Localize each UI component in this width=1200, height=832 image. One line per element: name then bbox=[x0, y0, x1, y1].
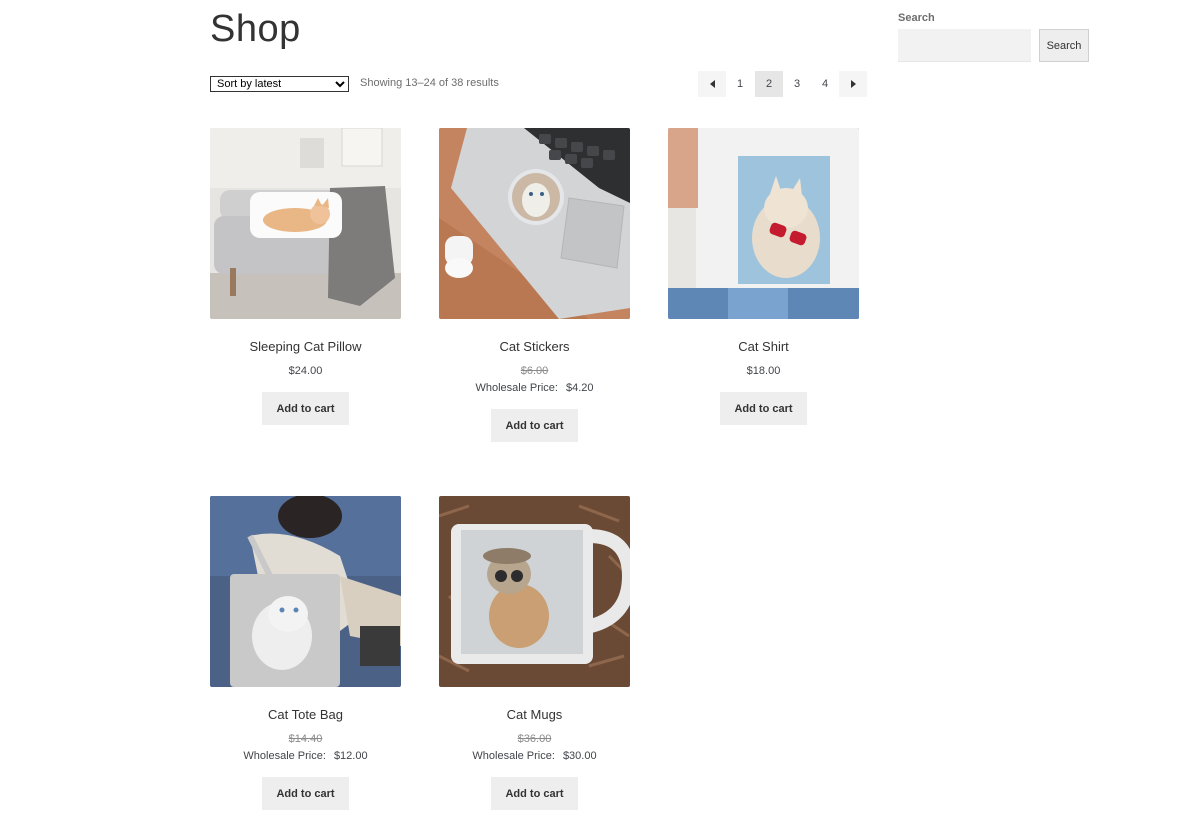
product-wholesale-price: Wholesale Price: $12.00 bbox=[210, 750, 401, 762]
product-card-sleeping-cat-pillow: Sleeping Cat Pillow $24.00 Add to cart bbox=[210, 128, 401, 425]
sort-select[interactable]: Sort by latest bbox=[210, 76, 349, 92]
caret-left-icon bbox=[709, 80, 715, 88]
product-name[interactable]: Sleeping Cat Pillow bbox=[210, 339, 401, 354]
product-price: $24.00 bbox=[288, 365, 323, 377]
product-wholesale-price: Wholesale Price: $30.00 bbox=[439, 750, 630, 762]
pagination-next-button[interactable] bbox=[839, 71, 867, 97]
product-price: $18.00 bbox=[746, 365, 781, 377]
page-title: Shop bbox=[210, 8, 301, 50]
wholesale-label: Wholesale Price: bbox=[472, 750, 555, 762]
product-original-price: $6.00 bbox=[520, 365, 549, 377]
product-card-cat-shirt: Cat Shirt $18.00 Add to cart bbox=[668, 128, 859, 425]
wholesale-value: $30.00 bbox=[562, 750, 597, 762]
product-image-tote[interactable] bbox=[210, 496, 401, 687]
wholesale-label: Wholesale Price: bbox=[243, 750, 326, 762]
product-name[interactable]: Cat Tote Bag bbox=[210, 707, 401, 722]
product-card-cat-stickers: Cat Stickers $6.00 Wholesale Price: $4.20… bbox=[439, 128, 630, 442]
add-to-cart-button[interactable]: Add to cart bbox=[262, 392, 349, 425]
product-card-cat-tote-bag: Cat Tote Bag $14.40 Wholesale Price: $12.… bbox=[210, 496, 401, 810]
product-wholesale-price: Wholesale Price: $4.20 bbox=[439, 382, 630, 394]
pagination-page-1[interactable]: 1 bbox=[726, 71, 754, 97]
add-to-cart-button[interactable]: Add to cart bbox=[262, 777, 349, 810]
add-to-cart-button[interactable]: Add to cart bbox=[720, 392, 807, 425]
pagination-prev-button[interactable] bbox=[698, 71, 726, 97]
caret-right-icon bbox=[850, 80, 856, 88]
product-name[interactable]: Cat Shirt bbox=[668, 339, 859, 354]
product-image-mug[interactable] bbox=[439, 496, 630, 687]
pagination: 1 2 3 4 bbox=[698, 71, 867, 97]
pagination-page-4[interactable]: 4 bbox=[811, 71, 839, 97]
product-name[interactable]: Cat Mugs bbox=[439, 707, 630, 722]
product-original-price: $36.00 bbox=[517, 733, 552, 745]
product-card-cat-mugs: Cat Mugs $36.00 Wholesale Price: $30.00 A… bbox=[439, 496, 630, 810]
pagination-page-3[interactable]: 3 bbox=[783, 71, 811, 97]
search-input[interactable] bbox=[898, 29, 1031, 62]
product-image-pillow[interactable] bbox=[210, 128, 401, 319]
wholesale-label: Wholesale Price: bbox=[475, 382, 558, 394]
add-to-cart-button[interactable]: Add to cart bbox=[491, 777, 578, 810]
product-image-shirt[interactable] bbox=[668, 128, 859, 319]
wholesale-value: $4.20 bbox=[566, 382, 594, 394]
search-label: Search bbox=[898, 12, 935, 24]
pagination-page-2-current[interactable]: 2 bbox=[755, 71, 783, 97]
product-image-stickers[interactable] bbox=[439, 128, 630, 319]
wholesale-value: $12.00 bbox=[333, 750, 368, 762]
product-original-price: $14.40 bbox=[288, 733, 323, 745]
product-name[interactable]: Cat Stickers bbox=[439, 339, 630, 354]
result-count: Showing 13–24 of 38 results bbox=[360, 77, 499, 89]
add-to-cart-button[interactable]: Add to cart bbox=[491, 409, 578, 442]
search-button[interactable]: Search bbox=[1039, 29, 1089, 62]
